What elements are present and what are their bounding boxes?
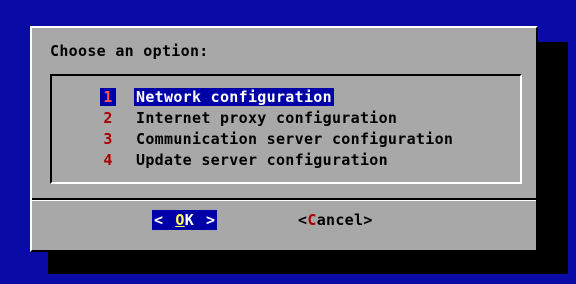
menu-item-network-configuration[interactable]: 1 Network configuration [100, 86, 455, 107]
menu-item-key: 3 [103, 129, 113, 148]
menu-item-label: Network configuration [134, 87, 334, 106]
ok-close-bracket: > [206, 211, 216, 229]
menu-item-key: 1 [100, 87, 116, 106]
menu-item-label: Internet proxy configuration [136, 108, 398, 127]
ok-label-rest: K [184, 211, 195, 229]
cancel-open-bracket: < [298, 211, 308, 229]
dialog-prompt: Choose an option: [50, 42, 209, 60]
cancel-close-bracket: > [363, 211, 373, 229]
ok-open-bracket: < [154, 211, 164, 229]
ok-button[interactable]: < OK > [152, 210, 218, 230]
terminal-screen: Choose an option: 1 Network configuratio… [0, 0, 576, 284]
ok-hotkey: O [175, 211, 185, 229]
options-dialog: Choose an option: 1 Network configuratio… [30, 26, 538, 252]
cancel-button[interactable]: < Cancel > [298, 210, 373, 230]
menu-item-label: Update server configuration [136, 150, 388, 169]
menu-box: 1 Network configuration 2 Internet proxy… [50, 74, 522, 184]
menu-item-key: 4 [103, 150, 113, 169]
menu-item-internet-proxy-configuration[interactable]: 2 Internet proxy configuration [100, 107, 455, 128]
button-divider-highlight [32, 200, 536, 201]
menu-list: 1 Network configuration 2 Internet proxy… [100, 86, 455, 170]
cancel-label-rest: ancel [316, 211, 364, 229]
menu-item-communication-server-configuration[interactable]: 3 Communication server configuration [100, 128, 455, 149]
menu-item-key: 2 [103, 108, 113, 127]
button-bar: < OK > < Cancel > [32, 210, 536, 232]
cancel-hotkey: C [307, 211, 317, 229]
menu-item-label: Communication server configuration [136, 129, 454, 148]
menu-item-update-server-configuration[interactable]: 4 Update server configuration [100, 149, 455, 170]
